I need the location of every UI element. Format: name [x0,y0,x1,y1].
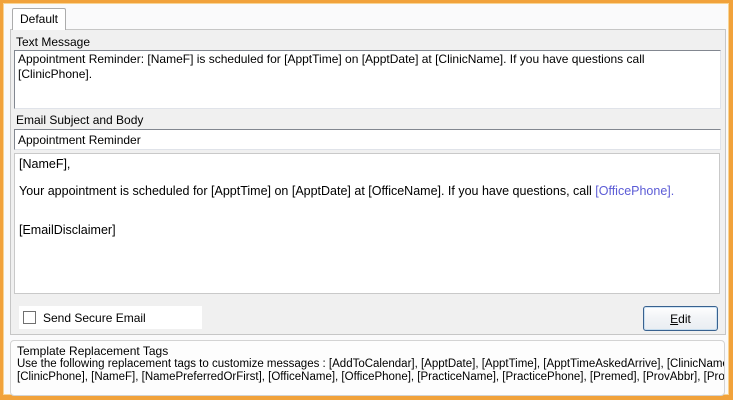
tab-default[interactable]: Default [12,8,66,30]
tab-default-label: Default [20,12,58,26]
text-message-input[interactable]: Appointment Reminder: [NameF] is schedul… [14,50,721,109]
template-replacement-tags-group: Template Replacement Tags Use the follow… [10,340,725,396]
email-body-disclaimer: [EmailDisclaimer] [19,223,715,237]
email-subject-body-label: Email Subject and Body [16,113,143,127]
email-body-main: Your appointment is scheduled for [ApptT… [19,184,715,198]
send-secure-email-label: Send Secure Email [43,311,146,325]
window-frame: Default Text Message Appointment Reminde… [0,0,733,400]
email-subject-input[interactable] [14,129,721,150]
send-secure-email-checkbox[interactable] [23,311,36,324]
tags-line-2: [ClinicPhone], [NameF], [NamePreferredOr… [17,371,725,383]
text-message-label: Text Message [16,35,90,49]
edit-button-label-rest: dit [678,312,691,326]
tags-group-title: Template Replacement Tags [17,344,168,358]
tags-line-1: Use the following replacement tags to cu… [17,358,725,370]
office-phone-tag: [OfficePhone]. [595,184,674,198]
email-body-main-text: Your appointment is scheduled for [ApptT… [19,184,595,198]
edit-button-mnemonic: E [670,312,678,326]
send-secure-email-checkbox-row[interactable]: Send Secure Email [19,306,202,329]
email-body-greeting: [NameF], [19,157,715,171]
edit-button[interactable]: Edit [643,306,718,331]
email-body-editor[interactable]: [NameF], Your appointment is scheduled f… [14,153,720,294]
tab-page: Text Message Appointment Reminder: [Name… [10,29,726,335]
